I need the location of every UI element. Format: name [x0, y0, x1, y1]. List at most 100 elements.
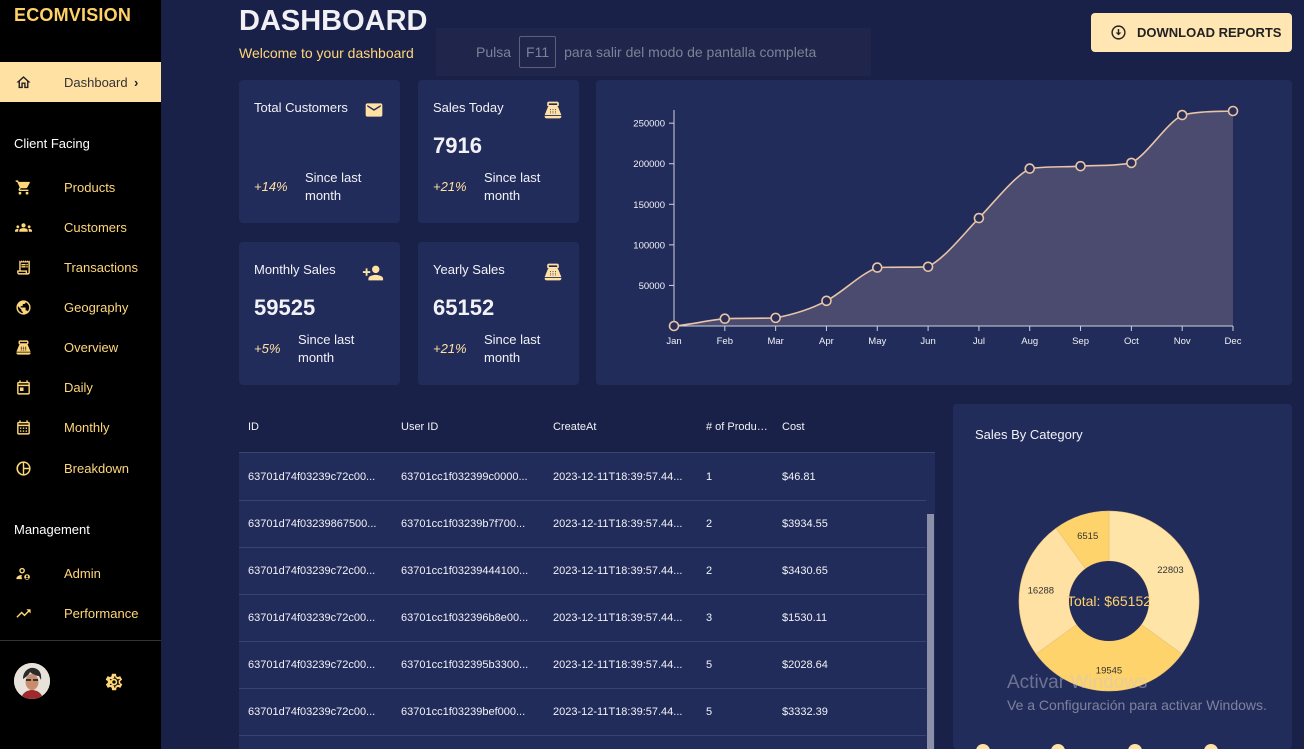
toast-suffix: para salir del modo de pantalla completa [564, 44, 817, 60]
chart-point[interactable] [973, 212, 985, 224]
column-header-user-id[interactable]: User ID [401, 421, 438, 433]
table-cell: 5 [706, 706, 713, 718]
table-cell: 2023-12-11T18:39:57.44... [553, 471, 683, 483]
y-tick-label: 200000 [633, 159, 665, 170]
table-cell: $2028.64 [782, 659, 828, 671]
sidebar-item-overview[interactable]: Overview [0, 327, 161, 367]
stat-percent: +14% [254, 179, 288, 194]
table-cell: 63701d74f03239c72c00... [248, 565, 376, 577]
column-header-cost[interactable]: Cost [782, 421, 805, 433]
chart-point[interactable] [871, 262, 883, 273]
stat-title: Yearly Sales [433, 262, 505, 277]
email-icon [364, 100, 384, 120]
table-row[interactable]: 63701d74f03239c72c00... 63701cc1f03239444… [239, 548, 926, 595]
y-tick-label: 250000 [633, 119, 665, 130]
table-cell: 1 [706, 471, 713, 483]
sidebar-item-label: Breakdown [64, 460, 130, 476]
fullscreen-toast: Pulsa F11 para salir del modo de pantall… [436, 28, 871, 76]
chart-point[interactable] [1075, 160, 1086, 172]
chart-point[interactable] [922, 261, 934, 273]
sidebar-item-label: Geography [64, 299, 129, 315]
toast-prefix: Pulsa [476, 44, 512, 60]
stat-percent: +5% [254, 341, 281, 356]
table-cell: 2023-12-11T18:39:57.44... [553, 659, 683, 671]
gear-icon[interactable] [104, 672, 124, 692]
calendar-today-icon [14, 378, 32, 396]
column-header-createat[interactable]: CreateAt [553, 421, 596, 433]
table-header: ID User ID CreateAt # of Products Cost [239, 405, 935, 453]
column-header-id[interactable]: ID [248, 421, 259, 433]
chart-point[interactable] [1227, 105, 1239, 117]
sidebar-item-label: Transactions [64, 259, 138, 275]
sidebar-item-label: Monthly [64, 419, 110, 435]
chart-area [674, 111, 1233, 326]
table-row[interactable]: 63701d74f03239c72c00... 63701cc1f03239bef… [239, 689, 926, 736]
sidebar-item-geography[interactable]: Geography [0, 287, 161, 327]
column-header-products[interactable]: # of Products [706, 421, 769, 433]
sidebar-item-products[interactable]: Products [0, 167, 161, 207]
chart-point[interactable] [668, 320, 680, 332]
calendar-month-icon [14, 418, 32, 436]
x-tick-label: Jan [666, 336, 681, 347]
x-tick-label: Aug [1021, 336, 1038, 347]
line-chart-svg: 50000 100000 150000 200000 250000 Jan Feb Mar Ap… [633, 105, 1242, 347]
stat-card-yearly-sales: Yearly Sales 65152 +21% Since last month [418, 242, 579, 385]
admin-icon [14, 564, 32, 582]
stat-since: Since last month [305, 170, 362, 203]
point-of-sale-icon [14, 338, 32, 356]
chart-point[interactable] [821, 295, 832, 307]
y-tick-label: 50000 [639, 281, 665, 292]
table-cell: $1530.11 [782, 612, 828, 624]
table-row[interactable]: 63701d74f03239867500... 63701cc1f03239b7f… [239, 501, 926, 548]
chart-point[interactable] [1126, 157, 1137, 169]
sales-line-chart: 50000 100000 150000 200000 250000 Jan Feb Mar Ap… [596, 80, 1292, 385]
sidebar-item-label: Products [64, 179, 116, 195]
download-reports-button[interactable]: DOWNLOAD REPORTS [1091, 13, 1292, 52]
table-row[interactable]: 63701d74f03239c72c00... 63701cc1f032395b3… [239, 642, 926, 689]
stat-title: Sales Today [433, 100, 504, 115]
table-cell: 63701d74f03239c72c00... [248, 706, 376, 718]
stat-since: Since last month [484, 332, 541, 365]
sidebar-item-label: Daily [64, 379, 93, 395]
sidebar-item-dashboard[interactable]: Dashboard › [0, 62, 161, 102]
sidebar-item-daily[interactable]: Daily [0, 367, 161, 407]
table-cell: 63701cc1f03239444100... [401, 565, 529, 577]
point-of-sale-icon [543, 262, 563, 282]
table-cell: $3332.39 [782, 706, 828, 718]
sidebar-item-customers[interactable]: Customers [0, 207, 161, 247]
chart-point[interactable] [1024, 163, 1036, 174]
pie-slice-label: 22803 [1157, 565, 1183, 576]
section-client-facing: Client Facing [14, 136, 90, 151]
x-tick-label: May [868, 336, 886, 347]
table-cell: 63701d74f03239867500... [248, 518, 377, 530]
sidebar-item-label: Performance [64, 605, 139, 621]
chart-point[interactable] [770, 312, 781, 324]
table-scrollbar[interactable] [927, 514, 934, 749]
chart-point[interactable] [719, 313, 731, 324]
table-cell: 63701cc1f032399c0000... [401, 471, 528, 483]
brand-logo: ECOMVISION [14, 5, 132, 25]
sidebar-item-admin[interactable]: Admin [0, 553, 161, 593]
sidebar-item-transactions[interactable]: Transactions [0, 247, 161, 287]
page-title: DASHBOARD [239, 5, 428, 37]
sidebar-item-label: Overview [64, 339, 119, 355]
chart-point[interactable] [1176, 109, 1188, 121]
table-row[interactable]: 63701d74f03239c72c00... 63701cc1f032399c0… [239, 454, 926, 501]
sidebar-item-monthly[interactable]: Monthly [0, 407, 161, 447]
activate-windows-subtitle: Ve a Configuración para activar Windows. [1007, 697, 1267, 713]
table-row[interactable]: 63701d74f03239c72c00... 63701cc1f032396b8… [239, 595, 926, 642]
table-cell: 2 [706, 565, 713, 577]
sidebar-item-performance[interactable]: Performance [0, 593, 161, 633]
sidebar-item-label: Dashboard [64, 74, 128, 90]
stat-card-monthly-sales: Monthly Sales 59525 +5% Since last month [239, 242, 400, 385]
trending-up-icon [14, 604, 32, 622]
sidebar: ECOMVISION Dashboard › Client Facing Pro… [0, 0, 161, 749]
x-tick-label: Dec [1225, 336, 1242, 347]
stat-card-sales-today: Sales Today 7916 +21% Since last month [418, 80, 579, 223]
x-tick-label: Jul [973, 336, 985, 347]
avatar[interactable] [14, 663, 50, 699]
download-icon [1110, 24, 1127, 41]
sidebar-item-breakdown[interactable]: Breakdown [0, 448, 161, 488]
x-tick-label: Sep [1072, 336, 1089, 347]
table-cell: 2023-12-11T18:39:57.44... [553, 706, 683, 718]
